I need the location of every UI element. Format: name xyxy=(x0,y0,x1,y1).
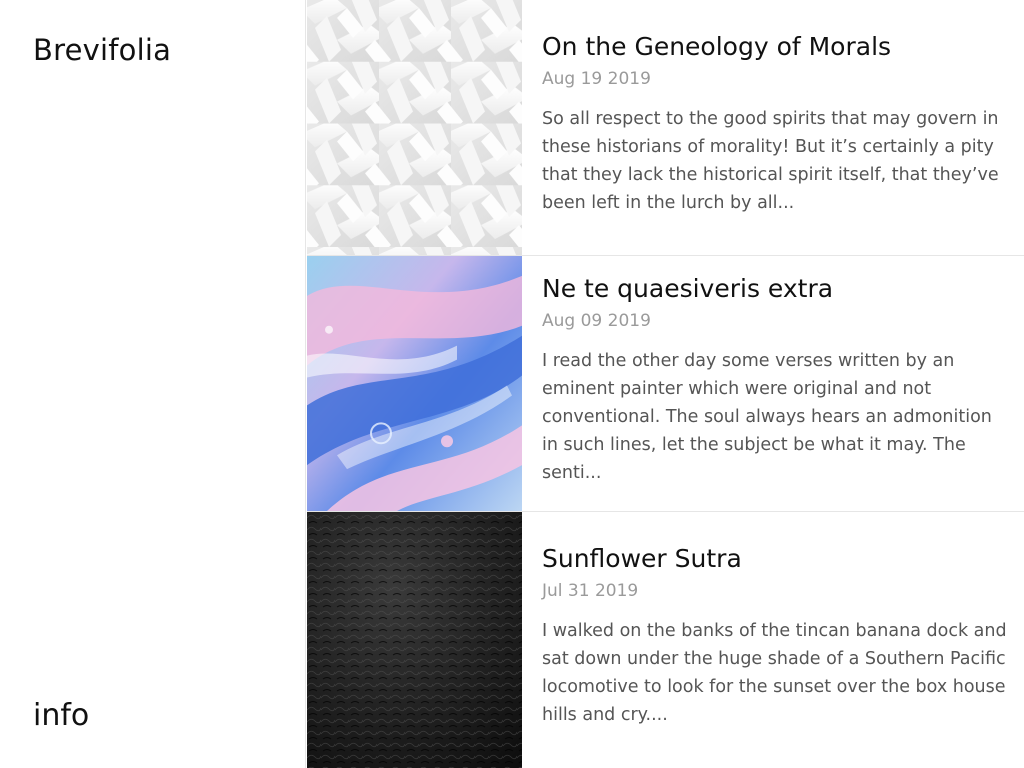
sidebar: Brevifolia info xyxy=(0,0,306,768)
post-card[interactable]: On the Geneology of Morals Aug 19 2019 S… xyxy=(307,0,1024,256)
post-body: On the Geneology of Morals Aug 19 2019 S… xyxy=(542,31,1008,217)
post-title[interactable]: Sunflower Sutra xyxy=(542,543,1008,575)
site-title-link[interactable]: Brevifolia xyxy=(33,33,171,67)
post-date: Jul 31 2019 xyxy=(542,581,639,601)
post-excerpt: I read the other day some verses written… xyxy=(542,351,992,483)
black-leather-texture-image xyxy=(307,512,522,768)
blue-pink-marble-image xyxy=(307,256,522,511)
info-link[interactable]: info xyxy=(33,698,89,733)
post-list: On the Geneology of Morals Aug 19 2019 S… xyxy=(307,0,1024,768)
post-excerpt: So all respect to the good spirits that … xyxy=(542,109,999,213)
post-card[interactable]: Ne te quaesiveris extra Aug 09 2019 I re… xyxy=(307,256,1024,512)
post-date: Aug 09 2019 xyxy=(542,311,651,331)
post-title[interactable]: Ne te quaesiveris extra xyxy=(542,273,1008,305)
post-body: Sunflower Sutra Jul 31 2019 I walked on … xyxy=(542,543,1008,729)
post-thumbnail-woven[interactable] xyxy=(307,0,522,255)
post-card[interactable]: Sunflower Sutra Jul 31 2019 I walked on … xyxy=(307,512,1024,768)
app: Brevifolia info On the Geneology of Mora… xyxy=(0,0,1024,768)
post-thumbnail-leather[interactable] xyxy=(307,512,522,768)
post-excerpt: I walked on the banks of the tincan bana… xyxy=(542,621,1007,725)
post-body: Ne te quaesiveris extra Aug 09 2019 I re… xyxy=(542,273,1008,487)
post-thumbnail-marble[interactable] xyxy=(307,256,522,511)
post-title[interactable]: On the Geneology of Morals xyxy=(542,31,1008,63)
post-date: Aug 19 2019 xyxy=(542,69,651,89)
white-woven-pattern-image xyxy=(307,0,522,255)
